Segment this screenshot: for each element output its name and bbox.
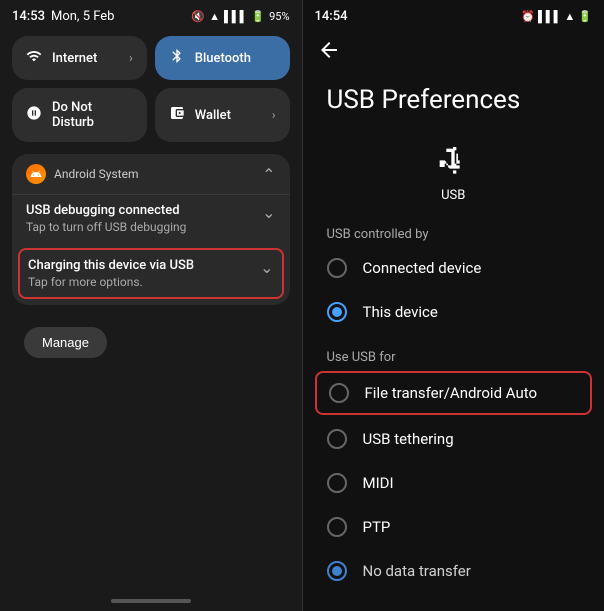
- notification-collapse-icon[interactable]: ⌃: [262, 165, 275, 184]
- signal-icon-right: ▌▌▌: [538, 10, 561, 23]
- radio-midi-label: MIDI: [363, 474, 394, 492]
- notif-item-charging[interactable]: Charging this device via USB Tap for mor…: [18, 248, 284, 299]
- manage-section: Manage: [0, 309, 302, 376]
- radio-file-transfer-label: File transfer/Android Auto: [365, 384, 538, 402]
- battery-icon-right: 🔋: [578, 10, 592, 23]
- use-for-label: Use USB for: [303, 342, 604, 369]
- tile-bluetooth-label: Bluetooth: [195, 51, 276, 66]
- status-icons-right: ⏰ ▌▌▌ ▲ 🔋: [521, 10, 592, 23]
- radio-ptp-label: PTP: [363, 518, 391, 536]
- radio-no-data-transfer-button[interactable]: [327, 561, 347, 581]
- status-time-left: 14:53: [12, 9, 45, 24]
- notification-card: Android System ⌃ USB debugging connected…: [12, 154, 290, 305]
- notif-expand-usb-debug-icon[interactable]: ⌄: [262, 203, 275, 222]
- notif-subtitle-usb-debug: Tap to turn off USB debugging: [26, 220, 254, 234]
- battery-percent: 95%: [269, 10, 289, 23]
- notif-text-charging: Charging this device via USB Tap for mor…: [28, 258, 252, 289]
- radio-ptp-button[interactable]: [327, 517, 347, 537]
- radio-usb-tethering[interactable]: USB tethering: [303, 417, 604, 461]
- tile-wallet-label: Wallet: [195, 108, 262, 123]
- right-panel: 14:54 ⏰ ▌▌▌ ▲ 🔋 USB Preferences USB USB …: [303, 0, 604, 611]
- status-date: Mon, 5 Feb: [51, 9, 115, 24]
- radio-connected-device-label: Connected device: [363, 259, 482, 277]
- internet-chevron-icon: ›: [129, 51, 133, 65]
- battery-icon: 🔋: [251, 10, 265, 23]
- radio-midi-button[interactable]: [327, 473, 347, 493]
- radio-no-data-transfer-label: No data transfer: [363, 562, 471, 580]
- mute-icon: 🔇: [191, 10, 205, 23]
- notif-item-usb-debug[interactable]: USB debugging connected Tap to turn off …: [12, 194, 290, 244]
- notification-app-name: Android System: [54, 167, 254, 181]
- notif-title-usb-debug: USB debugging connected: [26, 203, 254, 218]
- android-system-icon: [26, 164, 46, 184]
- tile-internet[interactable]: Internet ›: [12, 36, 147, 80]
- status-icons-left: 🔇 ▲ ▌▌▌ 🔋 95%: [191, 10, 289, 23]
- radio-this-device-button[interactable]: [327, 302, 347, 322]
- radio-this-device-inner: [332, 307, 342, 317]
- dnd-tile-icon: [26, 105, 42, 125]
- radio-connected-device[interactable]: Connected device: [303, 246, 604, 290]
- wallet-tile-icon: [169, 105, 185, 125]
- signal-icon: ▌▌▌: [224, 10, 247, 23]
- status-bar-right: 14:54 ⏰ ▌▌▌ ▲ 🔋: [303, 0, 604, 28]
- wifi-icon: ▲: [209, 10, 220, 23]
- back-button[interactable]: [303, 28, 355, 77]
- tile-dnd-label: Do Not Disturb: [52, 100, 133, 130]
- controlled-by-label: USB controlled by: [303, 219, 604, 246]
- radio-file-transfer[interactable]: File transfer/Android Auto: [315, 371, 593, 415]
- bluetooth-tile-icon: [169, 48, 185, 68]
- status-time-right: 14:54: [315, 9, 348, 24]
- notif-expand-charging-icon[interactable]: ⌄: [260, 258, 273, 277]
- usb-icon-section: USB: [303, 132, 604, 219]
- radio-usb-tethering-button[interactable]: [327, 429, 347, 449]
- usb-icon: [433, 142, 473, 182]
- notif-subtitle-charging: Tap for more options.: [28, 275, 252, 289]
- notif-title-charging: Charging this device via USB: [28, 258, 252, 273]
- radio-file-transfer-button[interactable]: [329, 383, 349, 403]
- wifi-icon-right: ▲: [564, 10, 575, 23]
- manage-button[interactable]: Manage: [24, 327, 107, 358]
- notification-header: Android System ⌃: [12, 154, 290, 194]
- radio-ptp[interactable]: PTP: [303, 505, 604, 549]
- notif-text-usb-debug: USB debugging connected Tap to turn off …: [26, 203, 254, 234]
- radio-this-device-label: This device: [363, 303, 438, 321]
- wifi-tile-icon: [26, 48, 42, 68]
- alarm-icon: ⏰: [521, 10, 535, 23]
- left-panel: 14:53 Mon, 5 Feb 🔇 ▲ ▌▌▌ 🔋 95% Internet …: [0, 0, 302, 611]
- wallet-chevron-icon: ›: [272, 108, 276, 122]
- quick-tiles: Internet › Bluetooth Do Not Disturb: [0, 28, 302, 150]
- radio-midi[interactable]: MIDI: [303, 461, 604, 505]
- radio-no-data-transfer-inner: [332, 566, 342, 576]
- radio-usb-tethering-label: USB tethering: [363, 430, 454, 448]
- usb-label: USB: [441, 188, 465, 203]
- tile-bluetooth[interactable]: Bluetooth: [155, 36, 290, 80]
- radio-connected-device-button[interactable]: [327, 258, 347, 278]
- status-bar-left: 14:53 Mon, 5 Feb 🔇 ▲ ▌▌▌ 🔋 95%: [0, 0, 302, 28]
- radio-this-device[interactable]: This device: [303, 290, 604, 334]
- home-indicator-left: [111, 599, 191, 603]
- page-title: USB Preferences: [303, 77, 604, 132]
- notif-charging-row: Charging this device via USB Tap for mor…: [28, 258, 274, 289]
- tile-dnd[interactable]: Do Not Disturb: [12, 88, 147, 142]
- tile-wallet[interactable]: Wallet ›: [155, 88, 290, 142]
- radio-no-data-transfer[interactable]: No data transfer: [303, 549, 604, 593]
- tile-internet-label: Internet: [52, 51, 119, 66]
